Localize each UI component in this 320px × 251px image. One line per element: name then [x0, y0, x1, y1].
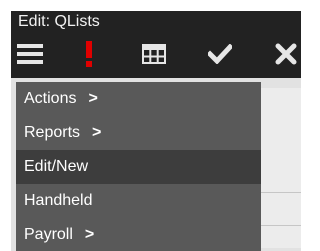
- close-button[interactable]: [273, 40, 299, 68]
- menu-item-edit-new[interactable]: Edit/New: [16, 150, 261, 184]
- app-window: Edit: QLists Actions > Reports > Edit/Ne…: [11, 11, 301, 251]
- menu-icon: [17, 44, 43, 64]
- menu-item-label: Actions: [24, 90, 77, 107]
- alert-button[interactable]: [79, 40, 99, 68]
- grid-icon: [142, 44, 166, 64]
- submenu-arrow-icon: >: [88, 90, 98, 107]
- content-panel: [261, 88, 301, 248]
- menu-item-handheld[interactable]: Handheld: [16, 184, 261, 218]
- dropdown-menu: Actions > Reports > Edit/New Handheld Pa…: [16, 82, 261, 251]
- menu-button[interactable]: [17, 40, 43, 68]
- menu-item-label: Payroll: [24, 226, 73, 243]
- check-icon: [208, 44, 232, 64]
- menu-item-label: Reports: [24, 124, 81, 141]
- close-icon: [275, 43, 297, 65]
- grid-button[interactable]: [141, 40, 167, 68]
- submenu-arrow-icon: >: [92, 124, 102, 141]
- title-bar: Edit: QLists: [11, 11, 301, 78]
- menu-item-actions[interactable]: Actions >: [16, 82, 261, 116]
- window-title: Edit: QLists: [18, 13, 100, 30]
- confirm-button[interactable]: [207, 40, 233, 68]
- divider: [261, 192, 301, 193]
- alert-icon: [86, 41, 92, 67]
- submenu-arrow-icon: >: [84, 226, 95, 243]
- menu-item-label: Handheld: [24, 192, 93, 209]
- menu-item-label: Edit/New: [24, 158, 89, 175]
- menu-item-payroll[interactable]: Payroll >: [16, 218, 261, 251]
- menu-item-reports[interactable]: Reports >: [16, 116, 261, 150]
- divider: [261, 225, 301, 226]
